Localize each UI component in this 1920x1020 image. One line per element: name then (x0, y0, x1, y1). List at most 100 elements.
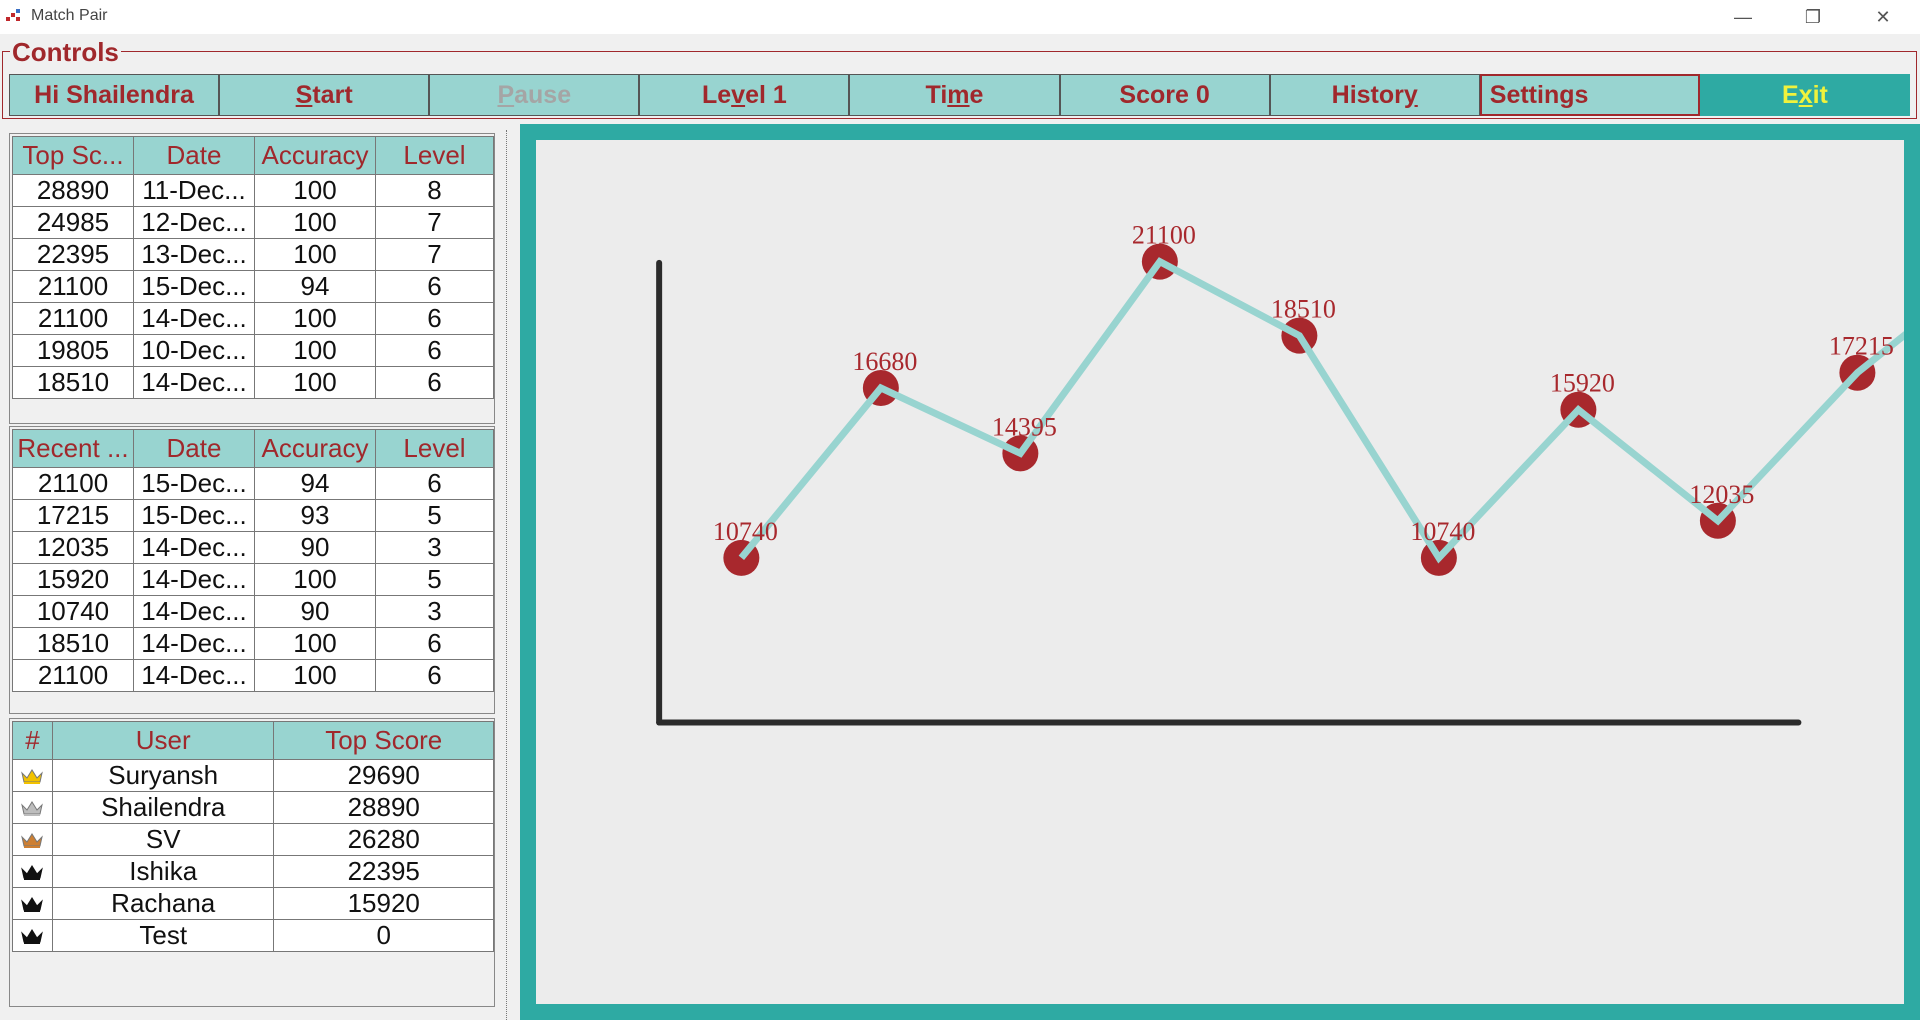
table-row[interactable]: 17215 15-Dec... 93 5 (12, 499, 494, 532)
settings-label-mnemonic: g (1559, 80, 1575, 109)
time-button[interactable]: Ti m e (849, 74, 1060, 116)
date-cell: 14-Dec... (133, 366, 255, 399)
score-cell: 22395 (12, 238, 134, 271)
chart-frame: 10740 16680 14395 21100 18510 10740 15920 12035… (520, 124, 1920, 1020)
column-header-top-score[interactable]: Top Score (273, 721, 494, 760)
table-row[interactable]: 19805 10-Dec... 100 6 (12, 334, 494, 367)
accuracy-cell: 94 (254, 270, 376, 303)
pause-button[interactable]: Pause (429, 74, 640, 116)
date-cell: 14-Dec... (133, 627, 255, 660)
history-button[interactable]: Histor y (1269, 74, 1480, 116)
table-row[interactable]: 15920 14-Dec... 100 5 (12, 563, 494, 596)
gold-crown-icon (17, 767, 48, 785)
level-cell: 3 (375, 595, 494, 628)
history-label-pre: Histor (1331, 80, 1404, 109)
score-button[interactable]: Score 0 (1059, 74, 1270, 116)
accuracy-cell: 90 (254, 595, 376, 628)
settings-label-post: s (1574, 80, 1589, 109)
table-row[interactable]: 12035 14-Dec... 90 3 (12, 531, 494, 564)
table-row[interactable]: Rachana 15920 (12, 887, 494, 920)
level-label-post: el 1 (745, 80, 787, 109)
accuracy-cell: 93 (254, 499, 376, 532)
data-label: 14395 (992, 412, 1057, 441)
accuracy-cell: 100 (254, 659, 376, 692)
date-cell: 14-Dec... (133, 563, 255, 596)
column-header-level[interactable]: Level (375, 429, 494, 468)
table-row[interactable]: Ishika 22395 (12, 855, 494, 888)
settings-label-pre: Settin (1489, 80, 1560, 109)
table-row[interactable]: 24985 12-Dec... 100 7 (12, 206, 494, 239)
score-cell: 28890 (12, 174, 134, 207)
pause-label-post: ause (514, 80, 572, 109)
column-header-user[interactable]: User (51, 721, 275, 760)
table-row[interactable]: 22395 13-Dec... 100 7 (12, 238, 494, 271)
score-cell: 0 (273, 919, 494, 952)
column-header-recent-score[interactable]: Recent ... (12, 429, 134, 468)
score-cell: 28890 (273, 791, 494, 824)
column-header-top-score[interactable]: Top Sc... (12, 136, 134, 175)
bronze-crown-icon (17, 831, 48, 849)
table-header-row: Top Sc... Date Accuracy Level (12, 136, 494, 175)
accuracy-cell: 90 (254, 531, 376, 564)
date-cell: 12-Dec... (133, 206, 255, 239)
start-label-post: tart (312, 80, 353, 109)
score-cell: 21100 (12, 659, 134, 692)
accuracy-cell: 94 (254, 467, 376, 500)
column-header-date[interactable]: Date (133, 429, 255, 468)
score-cell: 15920 (12, 563, 134, 596)
date-cell: 15-Dec... (133, 467, 255, 500)
data-label: 12035 (1689, 480, 1754, 509)
column-header-rank[interactable]: # (12, 721, 53, 760)
recent-scores-table: Recent ... Date Accuracy Level 21100 15-D… (12, 429, 494, 692)
table-row[interactable]: Suryansh 29690 (12, 759, 494, 792)
table-row[interactable]: 21100 14-Dec... 100 6 (12, 659, 494, 692)
title-bar: Match Pair — ❐ ✕ (0, 0, 1920, 34)
table-row[interactable]: 21100 14-Dec... 100 6 (12, 302, 494, 335)
table-row[interactable]: 21100 15-Dec... 94 6 (12, 270, 494, 303)
restore-button[interactable]: ❐ (1778, 0, 1848, 34)
table-row[interactable]: SV 26280 (12, 823, 494, 856)
date-cell: 14-Dec... (133, 595, 255, 628)
table-row[interactable]: 10740 14-Dec... 90 3 (12, 595, 494, 628)
table-row[interactable]: Test 0 (12, 919, 494, 952)
date-cell: 10-Dec... (133, 334, 255, 367)
user-cell: Rachana (51, 887, 275, 920)
level-cell: 6 (375, 334, 494, 367)
column-header-level[interactable]: Level (375, 136, 494, 175)
date-cell: 11-Dec... (133, 174, 255, 207)
column-header-accuracy[interactable]: Accuracy (254, 429, 376, 468)
table-row[interactable]: 28890 11-Dec... 100 8 (12, 174, 494, 207)
accuracy-cell: 100 (254, 238, 376, 271)
rank-cell (12, 791, 53, 824)
rank-cell (12, 823, 53, 856)
level-cell: 8 (375, 174, 494, 207)
column-header-date[interactable]: Date (133, 136, 255, 175)
recent-scores-panel: Recent ... Date Accuracy Level 21100 15-D… (9, 426, 495, 714)
score-cell: 21100 (12, 467, 134, 500)
table-header-row: # User Top Score (12, 721, 494, 760)
user-cell: Test (51, 919, 275, 952)
level-cell: 6 (375, 467, 494, 500)
rank-cell (12, 759, 53, 792)
table-row[interactable]: Shailendra 28890 (12, 791, 494, 824)
settings-button[interactable]: Settin g s (1479, 74, 1700, 116)
level-cell: 6 (375, 366, 494, 399)
table-row[interactable]: 21100 15-Dec... 94 6 (12, 467, 494, 500)
pause-label-mnemonic: P (497, 80, 515, 109)
panel-splitter[interactable] (506, 130, 511, 1020)
start-button[interactable]: Start (219, 74, 430, 116)
rank-cell (12, 887, 53, 920)
score-cell: 17215 (12, 499, 134, 532)
close-icon: ✕ (1875, 6, 1891, 27)
minimize-button[interactable]: — (1708, 0, 1778, 34)
table-row[interactable]: 18510 14-Dec... 100 6 (12, 366, 494, 399)
level-cell: 5 (375, 563, 494, 596)
accuracy-cell: 100 (254, 174, 376, 207)
exit-button[interactable]: Ex it (1699, 74, 1910, 116)
level-button[interactable]: Le v el 1 (639, 74, 850, 116)
close-button[interactable]: ✕ (1848, 0, 1918, 34)
level-cell: 6 (375, 302, 494, 335)
table-row[interactable]: 18510 14-Dec... 100 6 (12, 627, 494, 660)
accuracy-cell: 100 (254, 627, 376, 660)
column-header-accuracy[interactable]: Accuracy (254, 136, 376, 175)
